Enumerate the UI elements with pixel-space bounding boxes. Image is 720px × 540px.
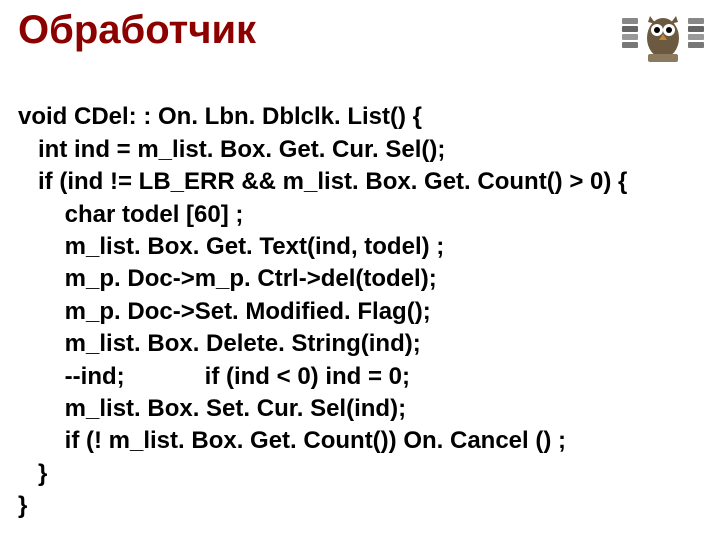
- code-block: void CDel: : On. Lbn. Dblclk. List() { i…: [18, 69, 702, 522]
- code-line: }: [18, 460, 47, 487]
- code-line: if (! m_list. Box. Get. Count()) On. Can…: [18, 427, 566, 454]
- code-line: void CDel: : On. Lbn. Dblclk. List() {: [18, 103, 422, 130]
- page-title: Обработчик: [18, 8, 702, 53]
- code-line: m_list. Box. Delete. String(ind);: [18, 330, 421, 357]
- code-line: int ind = m_list. Box. Get. Cur. Sel();: [18, 136, 445, 163]
- code-line: m_list. Box. Set. Cur. Sel(ind);: [18, 395, 406, 422]
- code-line: m_list. Box. Get. Text(ind, todel) ;: [18, 233, 444, 260]
- code-line: m_p. Doc->Set. Modified. Flag();: [18, 298, 431, 325]
- owl-books-icon: [620, 6, 706, 66]
- code-line: char todel [60] ;: [18, 201, 243, 228]
- code-line: --ind; if (ind < 0) ind = 0;: [18, 363, 410, 390]
- code-line: }: [18, 492, 27, 519]
- code-line: m_p. Doc->m_p. Ctrl->del(todel);: [18, 265, 437, 292]
- slide: Обработчик void CDel: : On. Lbn. Dblclk.…: [0, 0, 720, 540]
- code-line: if (ind != LB_ERR && m_list. Box. Get. C…: [18, 168, 627, 195]
